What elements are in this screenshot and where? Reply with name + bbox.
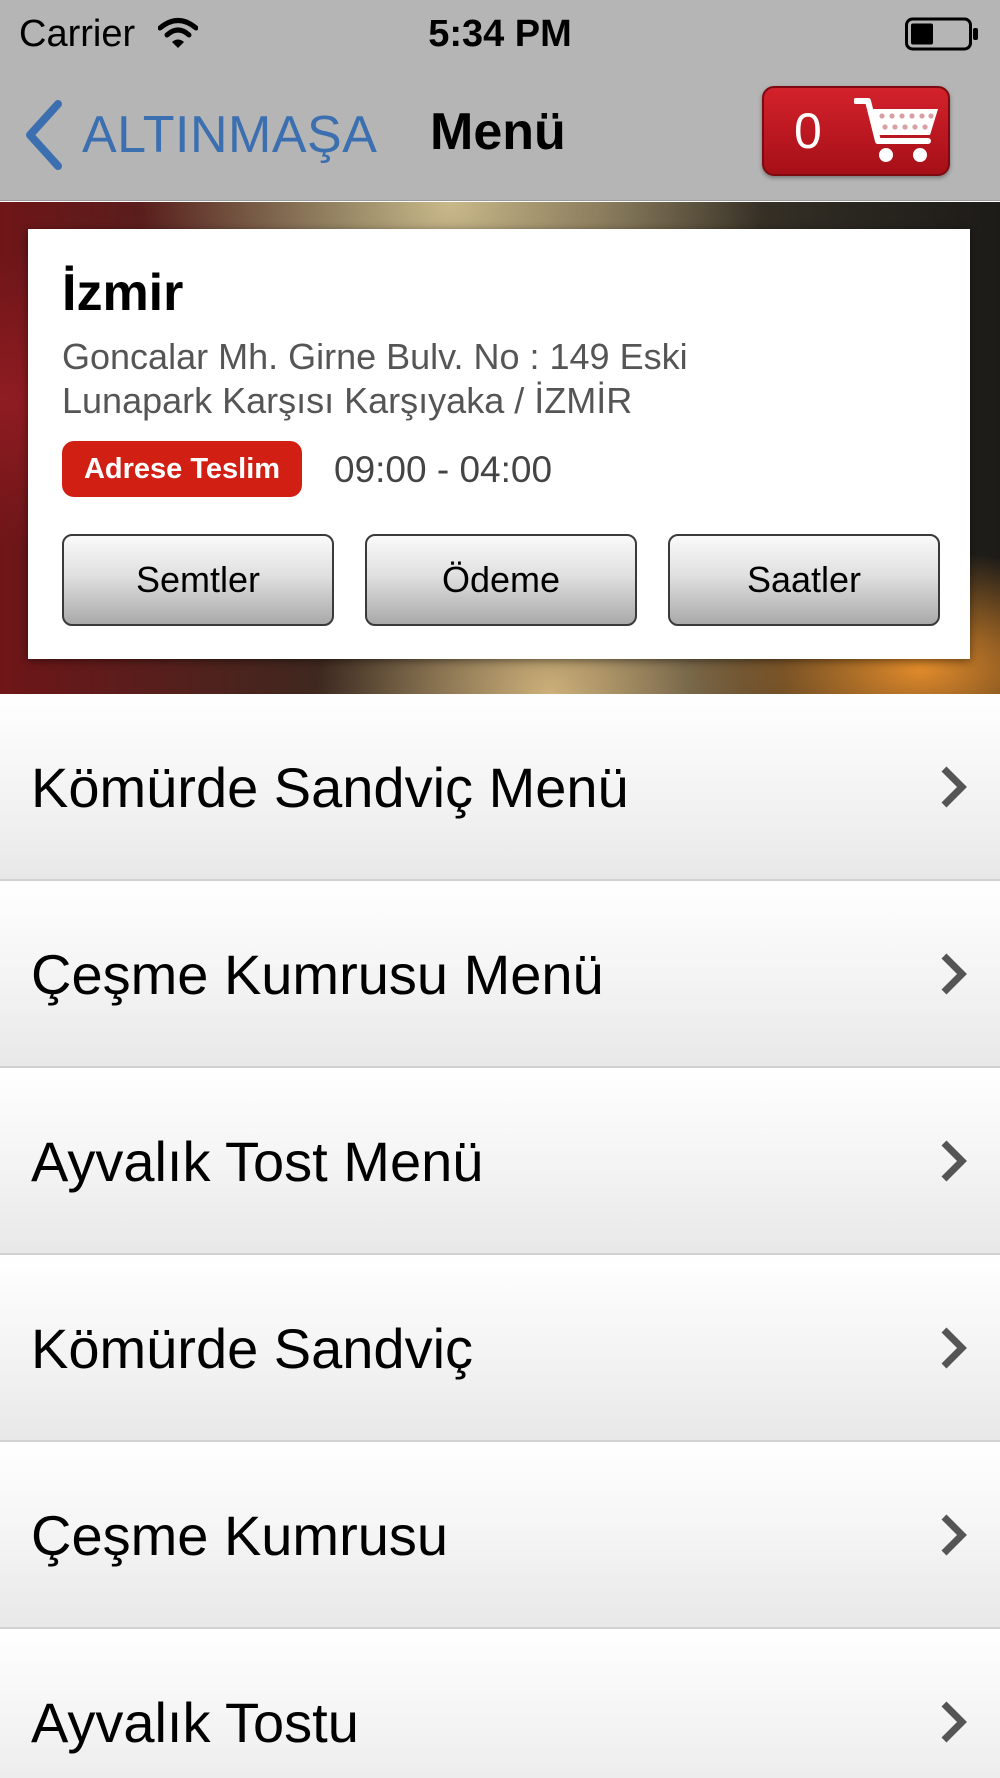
store-info-card: İzmir Goncalar Mh. Girne Bulv. No : 149 … <box>28 229 970 659</box>
districts-button[interactable]: Semtler <box>62 534 334 626</box>
chevron-right-icon <box>941 1140 967 1182</box>
status-bar: Carrier 5:34 PM <box>0 0 1000 66</box>
shopping-cart-icon <box>854 98 938 162</box>
menu-item-label: Kömürde Sandviç <box>31 1317 474 1380</box>
back-label: ALTINMAŞA <box>82 106 378 164</box>
menu-item[interactable]: Kömürde Sandviç <box>0 1255 1000 1442</box>
menu-item-label: Kömürde Sandviç Menü <box>31 756 629 819</box>
menu-item[interactable]: Ayvalık Tostu <box>0 1629 1000 1778</box>
cart-button[interactable]: 0 <box>762 86 950 176</box>
hours-button[interactable]: Saatler <box>668 534 940 626</box>
chevron-right-icon <box>941 1514 967 1556</box>
back-button[interactable]: ALTINMAŞA <box>22 100 377 170</box>
back-chevron-icon <box>26 100 62 170</box>
store-address-line2: Lunapark Karşısı Karşıyaka / İZMİR <box>62 380 633 421</box>
menu-item[interactable]: Kömürde Sandviç Menü <box>0 694 1000 881</box>
delivery-badge: Adrese Teslim <box>62 441 302 497</box>
chevron-right-icon <box>941 1327 967 1369</box>
chevron-right-icon <box>941 953 967 995</box>
battery-icon <box>905 17 978 51</box>
store-hours: 09:00 - 04:00 <box>334 449 553 490</box>
chevron-right-icon <box>941 766 967 808</box>
menu-item[interactable]: Çeşme Kumrusu <box>0 1442 1000 1629</box>
store-address-line1: Goncalar Mh. Girne Bulv. No : 149 Eski <box>62 336 688 377</box>
menu-item-label: Ayvalık Tostu <box>31 1691 359 1754</box>
payment-button[interactable]: Ödeme <box>365 534 637 626</box>
menu-item[interactable]: Çeşme Kumrusu Menü <box>0 881 1000 1068</box>
menu-item-label: Çeşme Kumrusu Menü <box>31 943 604 1006</box>
page-title: Menü <box>430 103 566 161</box>
top-bar: Carrier 5:34 PM ALTINMAŞA Menü 0 <box>0 0 1000 201</box>
menu-item-label: Ayvalık Tost Menü <box>31 1130 484 1193</box>
store-address: Goncalar Mh. Girne Bulv. No : 149 Eski L… <box>62 335 842 423</box>
chevron-right-icon <box>941 1701 967 1743</box>
status-time: 5:34 PM <box>428 13 572 55</box>
store-city: İzmir <box>62 264 184 322</box>
menu-item-label: Çeşme Kumrusu <box>31 1504 449 1567</box>
menu-category-list: Kömürde Sandviç Menü Çeşme Kumrusu Menü … <box>0 694 1000 1778</box>
hero-background-image: İzmir Goncalar Mh. Girne Bulv. No : 149 … <box>0 202 1000 694</box>
menu-item[interactable]: Ayvalık Tost Menü <box>0 1068 1000 1255</box>
navigation-bar: ALTINMAŞA Menü 0 <box>0 66 1000 201</box>
cart-count: 0 <box>794 103 822 159</box>
